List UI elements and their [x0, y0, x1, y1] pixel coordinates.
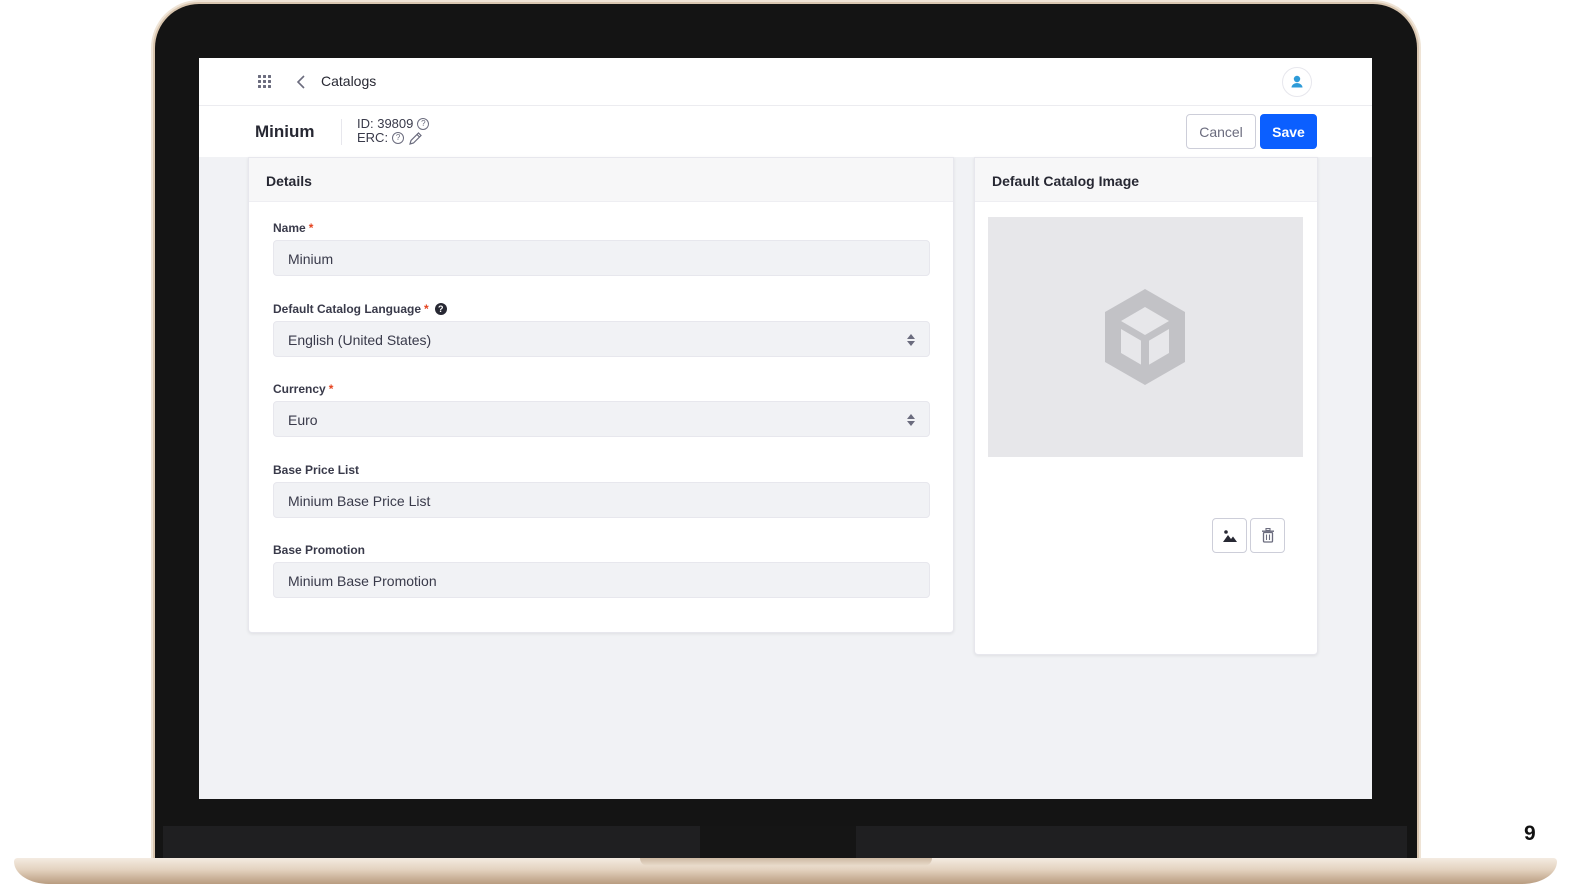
upload-image-button[interactable] [1212, 518, 1247, 553]
details-card: Details Name * Minium Default Catalog La… [248, 157, 954, 633]
required-marker: * [308, 221, 314, 235]
base-promotion-input[interactable]: Minium Base Promotion [273, 562, 930, 598]
base-price-list-label: Base Price List [273, 463, 359, 477]
delete-image-button[interactable] [1250, 518, 1285, 553]
base-price-list-input[interactable]: Minium Base Price List [273, 482, 930, 518]
language-label-text: Default Catalog Language [273, 302, 422, 316]
entity-meta: ID: 39809 ? ERC: ? [357, 116, 430, 146]
erc-label: ERC: [357, 130, 389, 145]
grid-apps-icon[interactable] [258, 75, 272, 89]
user-icon [1291, 75, 1303, 88]
question-circle-icon[interactable]: ? [417, 118, 430, 130]
name-label: Name * [273, 221, 313, 235]
currency-label-text: Currency [273, 382, 326, 396]
currency-label: Currency * [273, 382, 333, 396]
cancel-button[interactable]: Cancel [1186, 114, 1256, 149]
required-marker: * [328, 382, 334, 396]
page-title: Catalogs [321, 73, 377, 89]
entity-title: Minium [255, 122, 315, 141]
entity-id: ID: 39809 [357, 116, 414, 131]
box-icon [1105, 289, 1185, 385]
base-promotion-label: Base Promotion [273, 543, 365, 557]
laptop-base-notch [640, 858, 932, 866]
app-screen: Catalogs Minium ID: 39809 ? ERC: ? Cance… [199, 58, 1372, 799]
language-select[interactable]: English (United States) [273, 321, 930, 357]
top-nav-bar: Catalogs [199, 58, 1372, 106]
language-label: Default Catalog Language * ? [273, 302, 447, 316]
catalog-image-preview [988, 217, 1303, 457]
catalog-image-card: Default Catalog Image [974, 157, 1318, 655]
laptop-hinge [700, 826, 856, 860]
caret-double-icon [907, 334, 915, 346]
caret-double-icon [907, 414, 915, 426]
trash-icon [1261, 528, 1274, 543]
image-icon [1222, 529, 1237, 542]
chevron-left-icon[interactable] [295, 74, 307, 90]
currency-select-value: Euro [288, 412, 318, 428]
catalog-image-card-title: Default Catalog Image [975, 158, 1317, 202]
pencil-icon[interactable] [408, 131, 423, 146]
required-marker: * [424, 302, 429, 316]
details-card-title: Details [249, 158, 953, 202]
name-label-text: Name [273, 221, 306, 235]
slide-page-number: 9 [1524, 822, 1536, 845]
name-input[interactable]: Minium [273, 240, 930, 276]
help-icon[interactable]: ? [434, 303, 447, 315]
base-price-list-label-text: Base Price List [273, 463, 360, 477]
language-select-value: English (United States) [288, 332, 432, 348]
entity-header: Minium ID: 39809 ? ERC: ? Cancel Save [199, 106, 1372, 157]
currency-select[interactable]: Euro [273, 401, 930, 437]
question-circle-icon[interactable]: ? [392, 132, 405, 144]
user-avatar-button[interactable] [1282, 67, 1312, 97]
base-promotion-label-text: Base Promotion [273, 543, 366, 557]
save-button[interactable]: Save [1260, 114, 1317, 149]
header-divider [341, 119, 342, 145]
